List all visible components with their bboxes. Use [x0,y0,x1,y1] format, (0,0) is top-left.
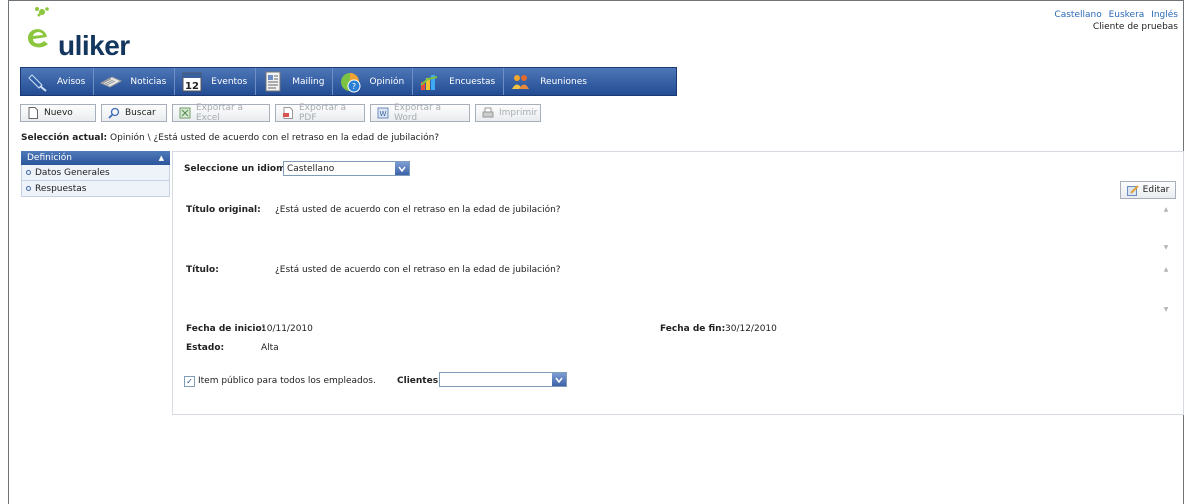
titulo-label: Título: [186,265,219,275]
top-right-panel: Castellano Euskera Inglés Cliente de pru… [1050,9,1178,33]
buscar-button[interactable]: Buscar [101,104,167,122]
main-nav: Avisos Noticias 12 Eventos Mailing ? Opi… [20,67,677,96]
idioma-label: Seleccione un idioma: [184,164,296,174]
scroll-down-icon[interactable]: ▼ [1162,306,1170,313]
nuevo-button[interactable]: Nuevo [20,104,96,122]
exportar-word-label: Exportar a Word [394,103,442,123]
scroll-up-icon[interactable]: ▲ [1162,266,1170,273]
editar-button[interactable]: Editar [1120,181,1176,199]
pdf-icon [282,107,294,119]
nav-label: Noticias [130,76,167,87]
imprimir-label: Imprimir [499,108,538,118]
nav-label: Reuniones [540,76,587,87]
bullet-icon [26,170,31,175]
scroll-up-icon[interactable]: ▲ [1162,206,1170,213]
edit-icon [1126,184,1139,196]
new-document-icon [27,107,39,119]
client-name: Cliente de pruebas [1092,22,1178,32]
fecha-fin-label: Fecha de fin: [660,324,726,334]
titulo-original-label: Título original: [186,205,261,215]
pin-icon [27,72,49,92]
excel-icon [179,107,191,119]
nav-label: Encuestas [449,76,496,87]
printer-icon [482,107,494,119]
nav-reuniones[interactable]: Reuniones [504,68,595,95]
idioma-value: Castellano [287,163,335,174]
clientes-label: Clientes: [397,376,442,386]
sidebar-item-label: Respuestas [35,183,87,194]
sidebar-header[interactable]: Definición ▲ [21,151,170,165]
sidebar-header-label: Definición [27,153,72,163]
sidebar-item-label: Datos Generales [35,167,110,178]
exportar-excel-label: Exportar a Excel [196,103,244,123]
svg-text:W: W [380,110,387,118]
bullet-icon [26,186,31,191]
exportar-pdf-button[interactable]: Exportar a PDF [275,103,365,123]
document-icon [262,71,284,92]
app-logo: uliker [20,6,160,61]
fecha-inicio-label: Fecha de inicio: [186,324,266,334]
imprimir-button[interactable]: Imprimir [475,104,541,122]
collapse-icon[interactable]: ▲ [159,154,164,162]
selection-label: Selección actual: [21,133,108,143]
calendar-icon: 12 [181,72,203,92]
nav-label: Mailing [292,76,325,87]
sidebar-item-datos-generales[interactable]: Datos Generales [21,165,170,181]
clientes-select[interactable] [439,372,567,387]
nav-mailing[interactable]: Mailing [256,68,334,95]
opinion-globe-icon: ? [339,72,361,92]
selection-path: Opinión \ ¿Está usted de acuerdo con el … [110,133,440,143]
language-switcher: Castellano Euskera Inglés [1050,9,1178,21]
sidebar-item-respuestas[interactable]: Respuestas [21,181,170,197]
current-selection: Selección actual: Opinión \ ¿Está usted … [21,133,439,143]
fecha-fin-value: 30/12/2010 [725,324,777,334]
svg-text:?: ? [352,82,356,91]
nav-label: Avisos [57,76,86,87]
exportar-excel-button[interactable]: Exportar a Excel [172,103,270,123]
search-icon [108,107,120,119]
nuevo-label: Nuevo [44,108,73,118]
logo-mark-icon [28,7,49,48]
survey-chart-icon [419,72,441,92]
chevron-down-icon [552,373,566,386]
fecha-inicio-value: 10/11/2010 [261,324,313,334]
lang-ingles[interactable]: Inglés [1151,10,1178,20]
exportar-word-button[interactable]: W Exportar a Word [370,103,470,123]
newspaper-icon [100,72,123,92]
logo-text: uliker [58,30,130,61]
nav-avisos[interactable]: Avisos [21,68,95,95]
publico-label: Item público para todos los empleados. [198,376,376,386]
nav-opinion[interactable]: ? Opinión [333,68,414,95]
buscar-label: Buscar [125,108,156,118]
editar-label: Editar [1142,185,1170,195]
idioma-select[interactable]: Castellano [283,161,410,176]
estado-label: Estado: [186,343,225,353]
nav-eventos[interactable]: 12 Eventos [175,68,257,95]
estado-value: Alta [261,343,279,353]
nav-noticias[interactable]: Noticias [94,68,176,95]
exportar-pdf-label: Exportar a PDF [299,103,347,123]
chevron-down-icon [395,162,409,175]
titulo-original-value: ¿Está usted de acuerdo con el retraso en… [275,205,561,215]
nav-encuestas[interactable]: Encuestas [413,68,505,95]
action-toolbar: Nuevo Buscar Exportar a Excel Exportar a… [20,103,546,124]
nav-label: Opinión [369,76,405,87]
people-icon [510,72,532,92]
titulo-value: ¿Está usted de acuerdo con el retraso en… [275,265,561,275]
lang-euskera[interactable]: Euskera [1109,10,1145,20]
word-icon: W [377,107,389,119]
sidebar: Definición ▲ Datos Generales Respuestas [21,151,170,197]
nav-label: Eventos [211,76,248,87]
lang-castellano[interactable]: Castellano [1054,10,1101,20]
publico-checkbox[interactable]: ✓ [184,376,195,387]
scroll-down-icon[interactable]: ▼ [1162,244,1170,251]
svg-text:12: 12 [185,81,199,92]
